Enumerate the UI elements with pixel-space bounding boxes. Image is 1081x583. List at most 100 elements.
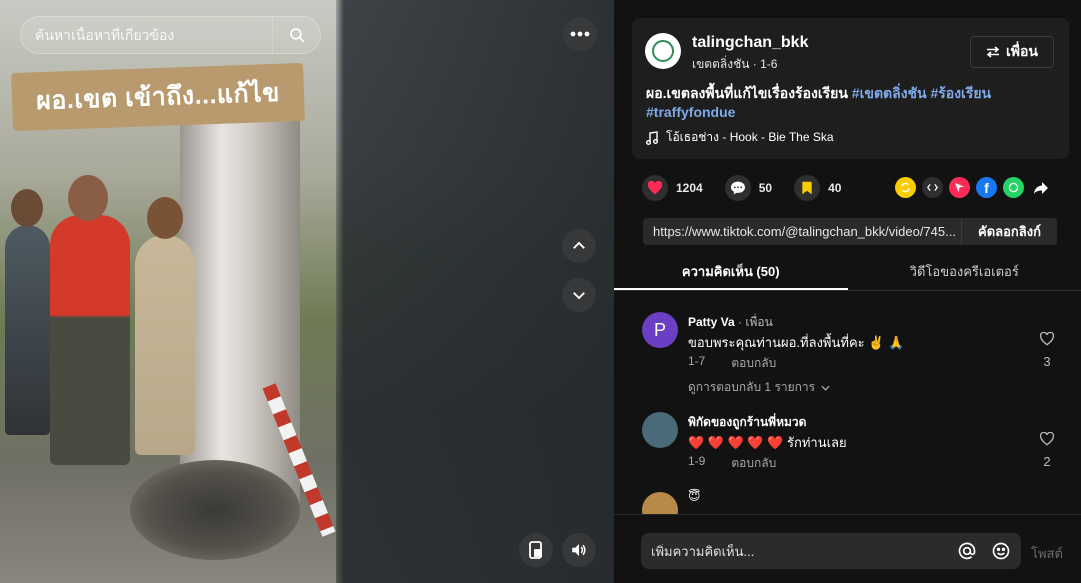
comment-button[interactable]: 50 (724, 175, 773, 201)
tree-planter-image (130, 460, 300, 560)
swap-arrows-icon (986, 46, 1000, 58)
video-caption-overlay: ผอ.เขต เข้าถึง...แก้ไข (11, 62, 305, 132)
comment-meta: 1-7 ตอบกลับ (688, 354, 776, 373)
comment-item: พิกัดของถูกร้านพี่หมวด ❤️ ❤️ ❤️ ❤️ ❤️ รั… (642, 400, 1062, 480)
commenter-avatar[interactable] (642, 412, 678, 448)
commenter-avatar[interactable]: P (642, 312, 678, 348)
heart-outline-icon (1039, 431, 1055, 446)
comment-list: P Patty Va · เพื่อน ขอบพระคุณท่านผอ.ที่ล… (614, 300, 1081, 514)
view-replies-button[interactable]: ดูการตอบกลับ 1 รายการ (688, 378, 830, 397)
description-text: ผอ.เขตลงพื้นที่แก้ไขเรื่องร้องเรียน (646, 85, 852, 101)
bookmark-icon (802, 181, 812, 195)
phone-pip-icon (529, 541, 542, 559)
chevron-down-icon (573, 292, 585, 300)
comment-input[interactable] (651, 543, 957, 559)
avatar-letter: P (653, 319, 666, 340)
more-options-button[interactable] (563, 17, 597, 51)
tab-comments[interactable]: ความคิดเห็น (50) (614, 258, 848, 290)
speaker-icon (572, 544, 586, 556)
comment-meta: 1-9 ตอบกลับ (688, 454, 776, 473)
post-description: ผอ.เขตลงพื้นที่แก้ไขเรื่องร้องเรียน #เขต… (646, 84, 1046, 122)
save-count: 40 (828, 181, 842, 195)
search-input[interactable] (35, 27, 272, 43)
volume-button[interactable] (562, 533, 596, 567)
commenter-avatar[interactable] (642, 492, 678, 514)
creator-username[interactable]: talingchan_bkk (692, 34, 808, 52)
reply-button[interactable]: ตอบกลับ (731, 354, 776, 373)
mention-at-icon[interactable] (957, 541, 977, 561)
tree-trunk-image (180, 80, 300, 520)
music-title: โอ้เธอช่าง - Hook - Bie The Ska (666, 130, 834, 144)
search-icon (289, 28, 304, 43)
post-comment-button[interactable]: โพสต์ (1031, 543, 1063, 564)
share-bar: f (895, 177, 1051, 198)
comment-like-count: 3 (1043, 354, 1051, 369)
creator-subtitle: เขตตลิ่งชัน · 1-6 (692, 57, 778, 71)
hashtag-link[interactable]: #ร้องเรียน (931, 85, 992, 101)
person-figure (135, 197, 195, 455)
whatsapp-icon[interactable] (1003, 177, 1024, 198)
comment-input-box (641, 533, 1021, 569)
action-bar: 1204 50 40 (642, 175, 863, 201)
save-button[interactable]: 40 (794, 175, 841, 201)
comment-date: 1-9 (688, 454, 706, 468)
previous-video-button[interactable] (562, 229, 596, 263)
video-caption-text: ผอ.เขต เข้าถึง...แก้ไข (35, 78, 281, 116)
person-figure (5, 189, 50, 435)
share-link-url[interactable]: https://www.tiktok.com/@talingchan_bkk/v… (643, 218, 961, 245)
emoji-icon[interactable] (991, 541, 1011, 561)
tab-creator-videos[interactable]: วิดีโอของครีเอเตอร์ (848, 258, 1081, 290)
person-figure (50, 175, 130, 465)
hashtag-link[interactable]: #เขตตลิ่งชัน (852, 85, 927, 101)
facebook-icon[interactable]: f (976, 177, 997, 198)
picture-in-picture-button[interactable] (519, 533, 553, 567)
comment-like-button[interactable] (1038, 331, 1056, 351)
view-replies-label: ดูการตอบกลับ 1 รายการ (688, 380, 816, 394)
like-button[interactable]: 1204 (642, 175, 703, 201)
comment-text: ❤️ ❤️ ❤️ ❤️ ❤️ รักท่านเลย (688, 435, 847, 450)
share-arrow-icon[interactable] (1030, 177, 1051, 198)
comment-count: 50 (758, 181, 773, 195)
copy-link-button[interactable]: คัดลอกลิงก์ (961, 218, 1057, 245)
heart-icon (647, 181, 663, 195)
music-link[interactable]: โอ้เธอช่าง - Hook - Bie The Ska (646, 128, 834, 147)
side-panel: talingchan_bkk เขตตลิ่งชัน · 1-6 เพื่อน … (614, 0, 1081, 583)
commenter-name[interactable]: 😇 (688, 489, 701, 503)
send-to-friends-icon[interactable] (949, 177, 970, 198)
comment-bubble-icon (730, 181, 745, 195)
next-video-button[interactable] (562, 278, 596, 312)
comment-item: P Patty Va · เพื่อน ขอบพระคุณท่านผอ.ที่ล… (642, 300, 1062, 400)
friend-button-label: เพื่อน (1006, 43, 1038, 59)
comment-input-area: โพสต์ (614, 514, 1081, 583)
commenter-name[interactable]: พิกัดของถูกร้านพี่หมวด (688, 413, 806, 432)
more-dots-icon (570, 31, 590, 37)
chevron-up-icon (573, 241, 585, 249)
embed-code-icon[interactable] (922, 177, 943, 198)
comment-date: 1-7 (688, 354, 706, 368)
chevron-down-icon (821, 385, 830, 391)
commenter-name-text: Patty Va (688, 315, 735, 329)
hashtag-link[interactable]: #traffyfondue (646, 104, 735, 120)
share-link-row: https://www.tiktok.com/@talingchan_bkk/v… (643, 218, 1057, 245)
like-count: 1204 (676, 181, 703, 195)
friend-button[interactable]: เพื่อน (970, 36, 1054, 68)
heart-outline-icon (1039, 331, 1055, 346)
search-bar (20, 16, 321, 54)
reply-button[interactable]: ตอบกลับ (731, 454, 776, 473)
logo-icon (652, 40, 674, 62)
video-pane[interactable]: ผอ.เขต เข้าถึง...แก้ไข (0, 0, 614, 583)
search-button[interactable] (272, 16, 320, 54)
video-frame[interactable]: ผอ.เขต เข้าถึง...แก้ไข (0, 0, 336, 583)
music-note-icon (646, 130, 658, 145)
creator-avatar[interactable] (645, 33, 681, 69)
comment-text: ขอบพระคุณท่านผอ.ที่ลงพื้นที่คะ ✌️ 🙏 (688, 335, 905, 350)
comment-like-count: 2 (1043, 454, 1051, 469)
tiktok-video-page: ผอ.เขต เข้าถึง...แก้ไข talingcha (0, 0, 1081, 583)
commenter-name[interactable]: Patty Va · เพื่อน (688, 313, 773, 332)
comment-tabs: ความคิดเห็น (50) วิดีโอของครีเอเตอร์ (614, 258, 1081, 291)
repost-icon[interactable] (895, 177, 916, 198)
friend-badge: · เพื่อน (734, 315, 773, 329)
post-info-card: talingchan_bkk เขตตลิ่งชัน · 1-6 เพื่อน … (632, 18, 1069, 159)
comment-item: 😇 (642, 480, 1062, 514)
comment-like-button[interactable] (1038, 431, 1056, 451)
